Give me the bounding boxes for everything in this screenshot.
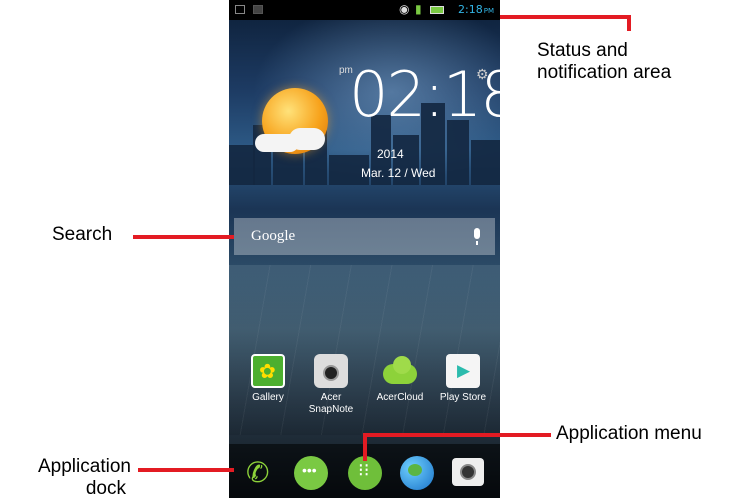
app-dock-callout-line: [138, 468, 234, 472]
play-store-icon: ▶: [446, 354, 480, 388]
app-label: Acer SnapNote: [308, 392, 354, 415]
building: [471, 140, 500, 185]
status-callout-line: [500, 15, 631, 19]
phone-screen: ◉ ▮ 2:18PM pm 02:18 ⚙ 2014 Mar. 12 / Wed…: [229, 0, 500, 498]
microphone-icon[interactable]: [474, 228, 480, 239]
search-callout-line: [133, 235, 234, 239]
app-play-store[interactable]: ▶ Play Store: [433, 354, 493, 404]
google-search-label: Google: [251, 228, 296, 244]
app-menu-callout-line: [363, 433, 367, 461]
camera-icon[interactable]: [452, 458, 484, 486]
app-gallery[interactable]: ✿ Gallery: [238, 354, 298, 404]
app-acercloud[interactable]: AcerCloud: [370, 354, 430, 404]
status-callout-line: [627, 15, 631, 31]
app-dock-callout-label: Application dock: [38, 456, 131, 499]
app-menu-callout-label: Application menu: [556, 423, 702, 444]
search-bar[interactable]: Google: [234, 218, 495, 255]
wifi-icon: ◉: [399, 2, 410, 16]
status-time: 2:18PM: [458, 3, 494, 16]
search-callout-label: Search: [52, 224, 113, 245]
messaging-icon[interactable]: •••: [294, 456, 328, 490]
status-bar[interactable]: ◉ ▮ 2:18PM: [229, 0, 500, 20]
app-label: Gallery: [252, 392, 284, 403]
browser-icon[interactable]: [400, 456, 434, 490]
acercloud-icon: [383, 354, 417, 388]
app-acer-snapnote[interactable]: Acer SnapNote: [301, 354, 361, 416]
notification-app-icon: [253, 5, 263, 14]
signal-icon: ▮: [415, 2, 422, 16]
weather-cloud-icon: [289, 128, 325, 150]
snapnote-icon: [314, 354, 348, 388]
building: [229, 145, 255, 185]
clock-time[interactable]: 02:18: [349, 62, 500, 128]
microphone-stand: [476, 241, 478, 245]
phone-icon[interactable]: ✆: [240, 456, 274, 490]
app-label: Play Store: [439, 392, 487, 403]
clock-date: Mar. 12 / Wed: [361, 166, 436, 180]
battery-icon: [430, 6, 444, 14]
building: [273, 150, 303, 185]
clock-year: 2014: [377, 147, 404, 161]
app-menu-callout-line: [363, 433, 551, 437]
status-callout-label: Status and notification area: [537, 40, 672, 83]
notification-image-icon: [235, 5, 245, 14]
app-menu-icon[interactable]: ⁝⁝: [348, 456, 382, 490]
app-label: AcerCloud: [376, 392, 424, 403]
gallery-icon: ✿: [251, 354, 285, 388]
wallpaper-pavement: [229, 265, 500, 435]
gear-icon[interactable]: ⚙: [476, 66, 489, 83]
